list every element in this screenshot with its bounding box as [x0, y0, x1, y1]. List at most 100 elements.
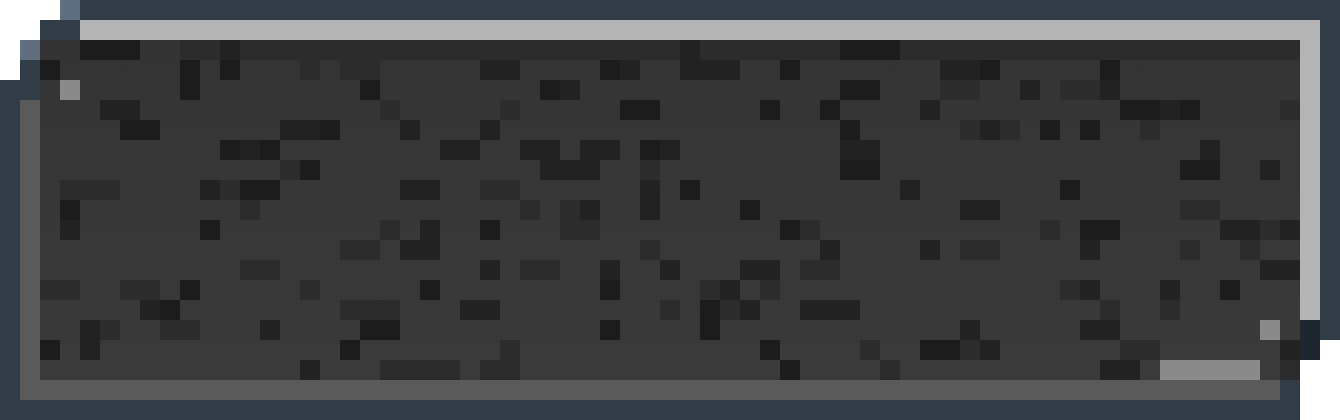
stone-pixel: [920, 340, 960, 360]
stone-pixel: [340, 60, 380, 80]
stone-pixel: [260, 180, 280, 200]
stone-pixel: [800, 300, 840, 320]
stone-pixel: [740, 260, 780, 280]
stone-pixel: [1260, 220, 1280, 240]
stone-pixel: [620, 100, 660, 120]
stone-pixel: [80, 320, 100, 340]
stone-pixel: [560, 160, 600, 180]
stone-pixel: [1100, 80, 1120, 100]
stone-pixel: [160, 300, 180, 320]
stone-pixel: [300, 60, 320, 80]
stone-pixel: [920, 240, 940, 260]
stone-pixel: [880, 360, 900, 380]
stone-pixel: [380, 220, 400, 240]
stone-pixel: [120, 280, 160, 300]
stone-pixel: [1220, 220, 1260, 240]
stone-pixel: [400, 180, 440, 200]
stone-pixel: [520, 140, 560, 160]
stone-pixel: [780, 360, 800, 380]
stone-pixel: [660, 260, 680, 280]
stone-pixel: [960, 200, 1000, 220]
stone-pixel: [400, 120, 420, 140]
stone-pixel: [600, 260, 620, 280]
stone-pixel: [500, 340, 520, 360]
stone-pixel: [340, 40, 360, 60]
stone-pixel: [800, 260, 840, 280]
stone-pixel: [80, 40, 120, 60]
stone-pixel: [1080, 320, 1120, 340]
stone-pixel: [1160, 280, 1180, 300]
stone-pixel: [920, 100, 940, 120]
stone-pixel: [480, 260, 500, 280]
stone-pixel: [900, 180, 920, 200]
stone-pixel: [180, 280, 200, 300]
stone-pixel: [1080, 240, 1100, 260]
stone-pixel: [660, 140, 680, 160]
stone-pixel: [1140, 40, 1160, 60]
stone-pixel: [1200, 140, 1220, 160]
stone-pixel: [340, 340, 360, 360]
stone-pixel: [1180, 240, 1200, 260]
stone-pixel: [680, 180, 700, 200]
stone-pixel: [300, 160, 320, 180]
stone-pixel: [40, 280, 80, 300]
stone-pixel: [580, 200, 600, 220]
stone-pixel: [960, 240, 1000, 260]
stone-pixel: [1060, 80, 1100, 100]
stone-pixel: [1280, 360, 1300, 380]
stone-pixel: [160, 320, 200, 340]
corner-bg-bottom-right: [1300, 360, 1340, 420]
stone-pixel: [1100, 360, 1140, 380]
stone-pixel: [1180, 160, 1220, 180]
stone-pixel: [220, 60, 240, 80]
stone-pixel: [120, 120, 140, 140]
stone-pixel: [60, 220, 80, 240]
stone-pixel: [680, 60, 720, 80]
stone-pixel: [120, 40, 140, 60]
stone-pixel: [340, 300, 360, 320]
stone-pixel: [420, 360, 460, 380]
stone-pixel: [200, 180, 220, 200]
stone-pixel: [1100, 60, 1120, 80]
stone-pixel: [700, 300, 720, 320]
stone-pixel: [1220, 280, 1240, 300]
stone-pixel: [980, 120, 1000, 140]
stone-pixel: [840, 140, 880, 160]
stone-pixel: [760, 340, 780, 360]
stone-pixel: [760, 280, 780, 300]
stone-pixel: [960, 120, 980, 140]
stone-pixel: [540, 160, 560, 180]
stone-pixel: [1080, 220, 1120, 240]
stone-pixel: [980, 340, 1000, 360]
stone-pixel: [520, 200, 540, 220]
stone-pixel: [1040, 120, 1060, 140]
stone-pixel: [1060, 180, 1080, 200]
bottom-right-bevel-strip: [1160, 360, 1260, 380]
stone-pixel: [500, 100, 520, 120]
stone-pixel: [980, 60, 1000, 80]
stone-pixel: [220, 140, 240, 160]
stone-pixel: [340, 240, 380, 260]
stone-pixel: [840, 80, 880, 100]
corner-notch-bottom-right: [1300, 320, 1320, 360]
stone-pixel: [640, 140, 660, 160]
stone-pixel: [840, 300, 860, 320]
stone-pixel: [1000, 120, 1020, 140]
stone-pixel: [420, 280, 440, 300]
stone-panel-frame: [0, 0, 1340, 420]
stone-pixel: [360, 40, 380, 60]
stone-pixel: [700, 320, 720, 340]
stone-pixel: [640, 180, 660, 200]
stone-pixel: [180, 60, 200, 80]
stone-pixel: [420, 220, 440, 240]
stone-pixel: [1020, 80, 1040, 100]
stone-pixel: [1200, 200, 1220, 220]
stone-pixel: [1120, 100, 1160, 120]
stone-pixel: [280, 160, 300, 180]
stone-pixel: [940, 80, 980, 100]
stone-pixel: [940, 60, 960, 80]
stone-pixel: [840, 120, 860, 140]
stone-pixel: [480, 360, 520, 380]
corner-notch-top-left: [60, 0, 80, 20]
stone-pixel: [360, 320, 400, 340]
